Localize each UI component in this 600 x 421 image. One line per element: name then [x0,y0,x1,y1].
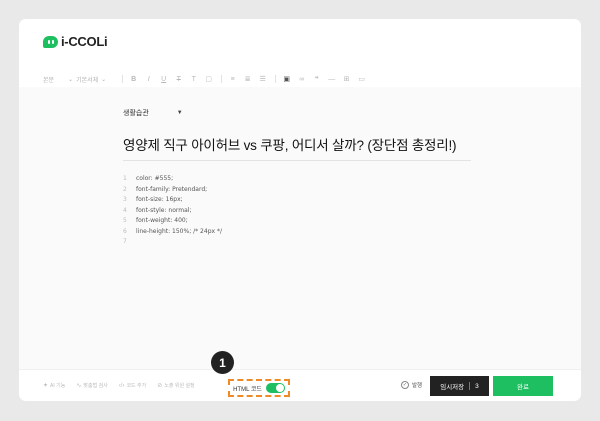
ai-feature-button[interactable]: ✦ AI 기능 [43,382,65,389]
draft-count: 3 [475,382,479,390]
code-block[interactable]: 1 color: #555; 2 font-family: Pretendard; … [123,174,222,248]
list-icon[interactable]: ☰ [258,75,267,84]
chevron-down-icon: ⌄ [68,76,74,83]
divider-icon[interactable]: ― [327,75,336,84]
formatting-toolbar: 본문 ⌄ 기본서체 ⌄ B I U T T ▢ ≡ ≣ ☰ ▣ ∞ ❝ ― ⊞ … [19,71,581,87]
code-line: 1 color: #555; [123,174,222,185]
editor-window: i-CCOLi 본문 ⌄ 기본서체 ⌄ B I U T T ▢ ≡ ≣ ☰ ▣ … [19,19,581,401]
html-code-toggle[interactable] [265,383,285,393]
save-draft-label: 임시저장 [440,384,465,391]
image-icon[interactable]: ▣ [282,75,291,84]
media-icon[interactable]: ▭ [357,75,366,84]
italic-icon[interactable]: I [144,75,153,84]
text-color-icon[interactable]: T [189,75,198,84]
logo-text: i-CCOLi [61,34,108,49]
footer-bar: ✦ AI 기능 ∿ 맞춤법 검사 ‹/› 코드 추가 ⊘ 노출 위원 설정 HT… [19,369,581,401]
category-value: 생활습관 [123,110,149,117]
table-icon[interactable]: ⊞ [342,75,351,84]
strikethrough-icon[interactable]: T [174,75,183,84]
logo[interactable]: i-CCOLi [43,34,108,49]
code-text: font-style: normal; [136,206,192,214]
line-number: 3 [123,196,127,203]
code-line: 5 font-weight: 400; [123,216,222,227]
editor-canvas[interactable]: 생활습관 ▼ 영양제 직구 아이허브 vs 쿠팡, 어디서 살까? (장단점 총… [19,87,581,369]
underline-icon[interactable]: U [159,75,168,84]
spellcheck-icon: ∿ [76,383,82,389]
add-code-button[interactable]: ‹/› 코드 추가 [118,382,147,390]
paragraph-format-value: 본문 [43,77,55,84]
code-line: 7 [123,237,222,248]
code-text: line-height: 150%; /* 24px */ [136,227,222,235]
header: i-CCOLi [19,19,581,65]
paragraph-format-select[interactable]: 본문 [43,75,54,84]
code-icon: ‹/› [118,382,125,389]
publish-option[interactable]: ✓ 발행 [401,381,422,389]
line-number: 1 [123,175,127,182]
done-label: 완료 [517,384,529,391]
chevron-down-icon: ⌄ [101,76,107,83]
code-line: 2 font-family: Pretendard; [123,185,222,196]
check-circle-icon: ✓ [401,381,409,389]
category-select[interactable]: 생활습관 ▼ [123,108,183,118]
line-number: 2 [123,185,127,193]
code-line: 6 line-height: 150%; /* 24px */ [123,227,222,238]
code-text: font-weight: 400; [136,217,188,224]
code-text: color: #555; [136,175,174,182]
line-number: 7 [123,238,127,245]
align-center-icon[interactable]: ≣ [243,75,252,84]
font-family-value: 기본서체 [76,77,99,84]
step-badge: 1 [211,351,234,374]
add-code-label: 코드 추가 [126,383,147,389]
ai-feature-label: AI 기능 [50,383,66,389]
code-line: 4 font-style: normal; [123,206,222,217]
highlight-icon[interactable]: ▢ [204,75,213,84]
caret-down-icon: ▼ [176,110,183,116]
visibility-icon: ⊘ [157,383,163,389]
bold-icon[interactable]: B [129,75,138,84]
publish-label: 발행 [412,383,423,389]
toolbar-divider [275,75,277,83]
link-icon[interactable]: ∞ [297,75,306,84]
line-number: 5 [123,217,127,224]
toolbar-divider [122,75,124,83]
logo-mark-icon [43,35,58,48]
done-button[interactable]: 완료 [493,376,553,396]
save-draft-button[interactable]: 임시저장 3 [430,376,489,396]
title-divider [123,160,471,161]
spellcheck-button[interactable]: ∿ 맞춤법 검사 [76,382,107,389]
visibility-setting-button[interactable]: ⊘ 노출 위원 설정 [157,382,194,389]
line-number: 4 [123,206,127,214]
quote-icon[interactable]: ❝ [312,75,321,84]
spellcheck-label: 맞춤법 검사 [83,383,108,389]
line-number: 6 [123,227,127,235]
sparkle-icon: ✦ [43,383,49,389]
visibility-setting-label: 노출 위원 설정 [164,383,195,389]
font-family-select[interactable]: ⌄ 기본서체 ⌄ [68,75,106,84]
post-title[interactable]: 영양제 직구 아이허브 vs 쿠팡, 어디서 살까? (장단점 총정리!) [123,134,457,154]
code-text: font-family: Pretendard; [136,185,208,193]
toolbar-divider [221,75,223,83]
button-divider [469,382,471,390]
align-left-icon[interactable]: ≡ [228,75,237,84]
code-line: 3 font-size: 16px; [123,195,222,206]
code-text: font-size: 16px; [136,196,183,203]
html-code-toggle-highlight: HTML 코드 [228,379,290,397]
html-code-label: HTML 코드 [233,386,262,393]
